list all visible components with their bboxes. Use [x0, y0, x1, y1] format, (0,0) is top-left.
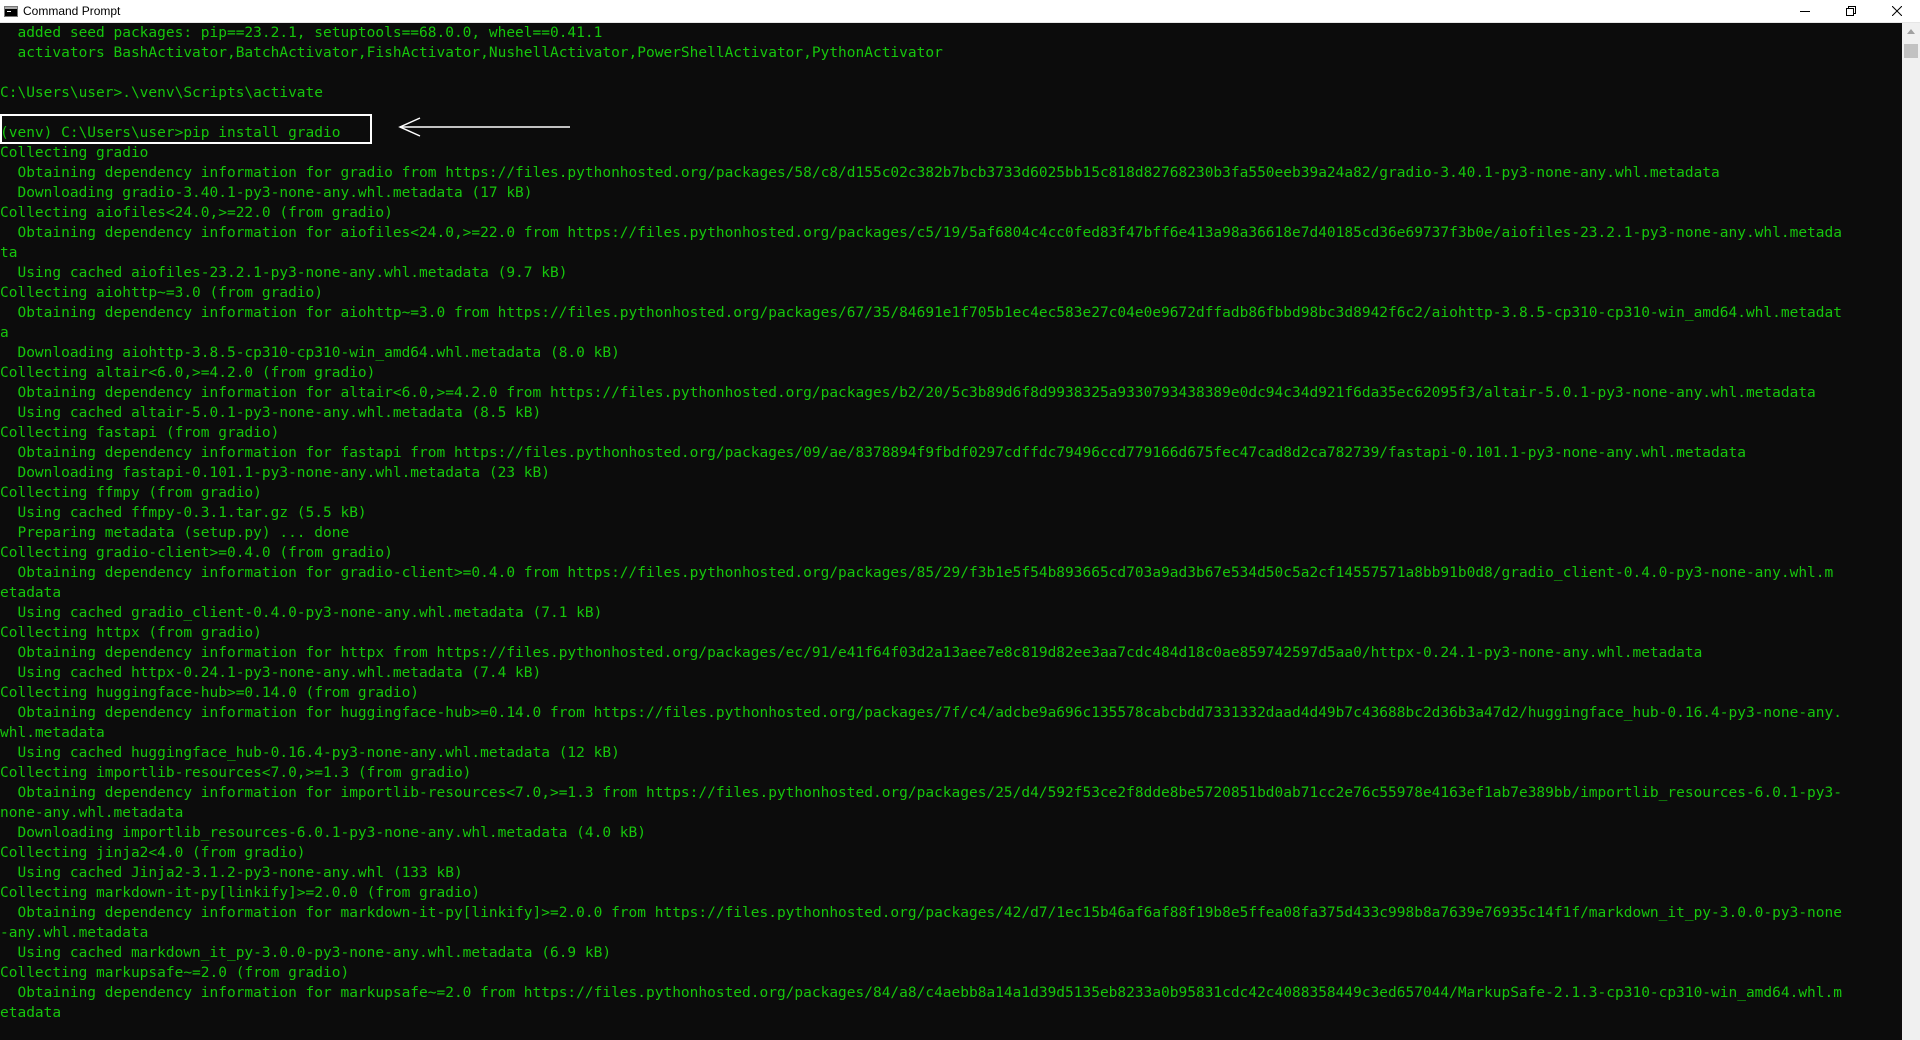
terminal-line: etadata	[0, 585, 62, 601]
window-controls	[1782, 0, 1920, 22]
terminal-line: none-any.whl.metadata	[0, 805, 184, 821]
terminal-line: Collecting fastapi (from gradio)	[0, 425, 280, 441]
terminal-line: activators BashActivator,BatchActivator,…	[0, 45, 943, 61]
vertical-scrollbar[interactable]	[1902, 23, 1920, 1040]
scroll-up-button[interactable]	[1902, 23, 1920, 40]
terminal-line: etadata	[0, 1005, 62, 1021]
terminal-line: Obtaining dependency information for mar…	[0, 985, 1842, 1001]
title-bar[interactable]: Command Prompt	[0, 0, 1920, 23]
terminal-line: Using cached markdown_it_py-3.0.0-py3-no…	[0, 945, 612, 961]
terminal-line: Collecting markdown-it-py[linkify]>=2.0.…	[0, 885, 481, 901]
terminal-line: whl.metadata	[0, 725, 105, 741]
minimize-icon	[1800, 11, 1810, 12]
terminal-line: Downloading fastapi-0.101.1-py3-none-any…	[0, 465, 550, 481]
terminal-line: Collecting gradio-client>=0.4.0 (from gr…	[0, 545, 393, 561]
terminal-line: Obtaining dependency information for alt…	[0, 385, 1816, 401]
terminal-line: Downloading importlib_resources-6.0.1-py…	[0, 825, 647, 841]
terminal-line: Obtaining dependency information for hug…	[0, 705, 1842, 721]
terminal-line: Downloading gradio-3.40.1-py3-none-any.w…	[0, 185, 533, 201]
terminal-line: C:\Users\user>.\venv\Scripts\activate	[0, 85, 324, 101]
window-title: Command Prompt	[23, 4, 121, 18]
terminal-line: Collecting gradio	[0, 145, 149, 161]
terminal-line: Collecting aiohttp~=3.0 (from gradio)	[0, 285, 324, 301]
terminal-line: a	[0, 325, 9, 341]
restore-icon	[1846, 6, 1856, 16]
terminal-line: Obtaining dependency information for aio…	[0, 225, 1842, 241]
terminal-line: Preparing metadata (setup.py) ... done	[0, 525, 350, 541]
terminal-line: Obtaining dependency information for aio…	[0, 305, 1842, 321]
terminal-line: Obtaining dependency information for imp…	[0, 785, 1842, 801]
terminal-line: -any.whl.metadata	[0, 925, 149, 941]
command-highlight-box	[0, 114, 372, 144]
terminal-line: ta	[0, 245, 18, 261]
terminal-line: Obtaining dependency information for fas…	[0, 445, 1746, 461]
terminal-line: Obtaining dependency information for htt…	[0, 645, 1703, 661]
scroll-thumb[interactable]	[1904, 44, 1918, 58]
terminal-line: Using cached gradio_client-0.4.0-py3-non…	[0, 605, 603, 621]
terminal-line: added seed packages: pip==23.2.1, setupt…	[0, 25, 603, 41]
terminal-line: Collecting altair<6.0,>=4.2.0 (from grad…	[0, 365, 376, 381]
terminal-line: Collecting jinja2<4.0 (from gradio)	[0, 845, 306, 861]
command-prompt-window: Command Prompt added seed packages: pip=…	[0, 0, 1920, 1040]
terminal-line: Using cached ffmpy-0.3.1.tar.gz (5.5 kB)	[0, 505, 367, 521]
terminal-line: Obtaining dependency information for mar…	[0, 905, 1842, 921]
terminal-line: Collecting aiofiles<24.0,>=22.0 (from gr…	[0, 205, 393, 221]
close-button[interactable]	[1874, 0, 1920, 22]
close-icon	[1892, 6, 1902, 16]
terminal-line: Collecting markupsafe~=2.0 (from gradio)	[0, 965, 350, 981]
terminal-line: Using cached altair-5.0.1-py3-none-any.w…	[0, 405, 542, 421]
chevron-up-icon	[1907, 29, 1915, 34]
terminal-output[interactable]: added seed packages: pip==23.2.1, setupt…	[0, 23, 1902, 1040]
minimize-button[interactable]	[1782, 0, 1828, 22]
terminal-line: Using cached Jinja2-3.1.2-py3-none-any.w…	[0, 865, 463, 881]
terminal-line: Obtaining dependency information for gra…	[0, 165, 1720, 181]
restore-button[interactable]	[1828, 0, 1874, 22]
terminal-line: Obtaining dependency information for gra…	[0, 565, 1834, 581]
terminal-line: Using cached huggingface_hub-0.16.4-py3-…	[0, 745, 620, 761]
left-arrow-icon	[398, 117, 570, 137]
terminal-lines: added seed packages: pip==23.2.1, setupt…	[0, 23, 1902, 1023]
terminal-line: Using cached httpx-0.24.1-py3-none-any.w…	[0, 665, 542, 681]
terminal-line: Collecting httpx (from gradio)	[0, 625, 262, 641]
cmd-icon	[4, 5, 18, 17]
terminal-line: Using cached aiofiles-23.2.1-py3-none-an…	[0, 265, 568, 281]
terminal-line: Collecting importlib-resources<7.0,>=1.3…	[0, 765, 472, 781]
terminal-line: Downloading aiohttp-3.8.5-cp310-cp310-wi…	[0, 345, 620, 361]
terminal-line: Collecting huggingface-hub>=0.14.0 (from…	[0, 685, 420, 701]
terminal-line: Collecting ffmpy (from gradio)	[0, 485, 262, 501]
